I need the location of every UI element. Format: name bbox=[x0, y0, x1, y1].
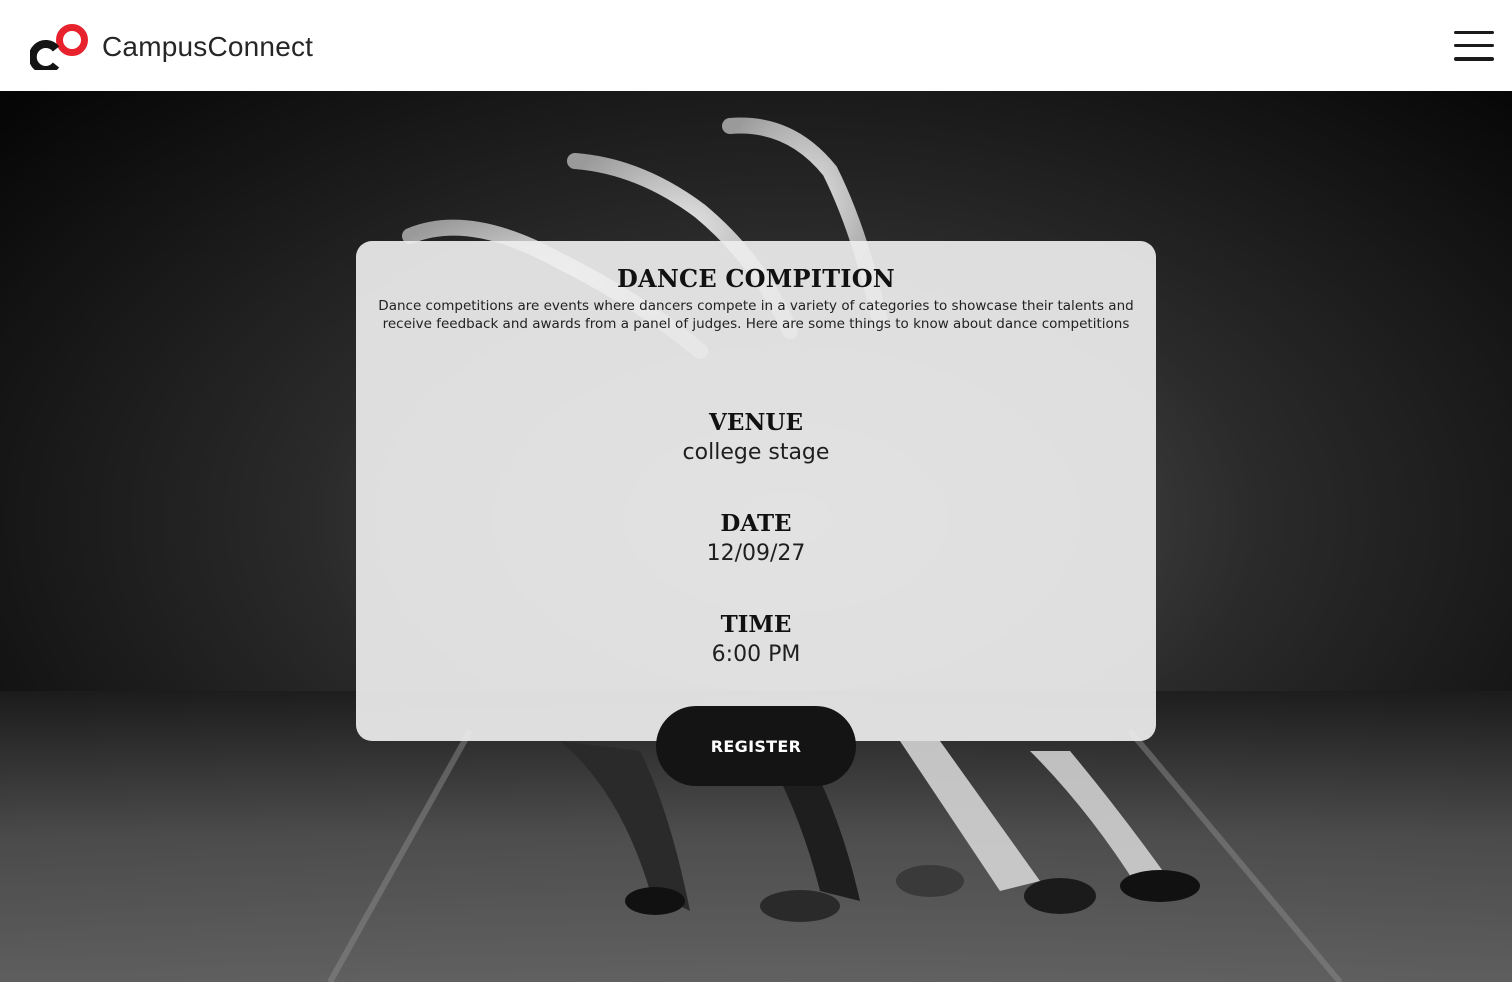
event-description: Dance competitions are events where danc… bbox=[378, 298, 1134, 332]
time-value: 6:00 PM bbox=[711, 642, 801, 667]
hamburger-menu-icon[interactable] bbox=[1454, 30, 1494, 61]
venue-value: college stage bbox=[682, 440, 830, 465]
brand-name: CampusConnect bbox=[102, 30, 314, 62]
menu-bar bbox=[1454, 30, 1494, 34]
campusconnect-logo-icon bbox=[30, 22, 88, 70]
date-block: DATE 12/09/27 bbox=[356, 510, 1156, 569]
brand[interactable]: CampusConnect bbox=[30, 22, 313, 70]
event-title: DANCE COMPITION bbox=[617, 264, 895, 293]
venue-block: VENUE college stage bbox=[356, 409, 1156, 468]
time-label: TIME bbox=[720, 611, 792, 638]
date-value: 12/09/27 bbox=[706, 541, 806, 566]
menu-bar bbox=[1454, 43, 1494, 48]
venue-label: VENUE bbox=[709, 409, 803, 436]
top-header: CampusConnect bbox=[0, 0, 1512, 91]
menu-bar bbox=[1454, 57, 1494, 61]
time-block: TIME 6:00 PM bbox=[356, 611, 1156, 670]
date-label: DATE bbox=[720, 510, 792, 537]
register-button[interactable]: REGISTER bbox=[656, 706, 856, 786]
event-card: DANCE COMPITION Dance competitions are e… bbox=[356, 241, 1156, 741]
